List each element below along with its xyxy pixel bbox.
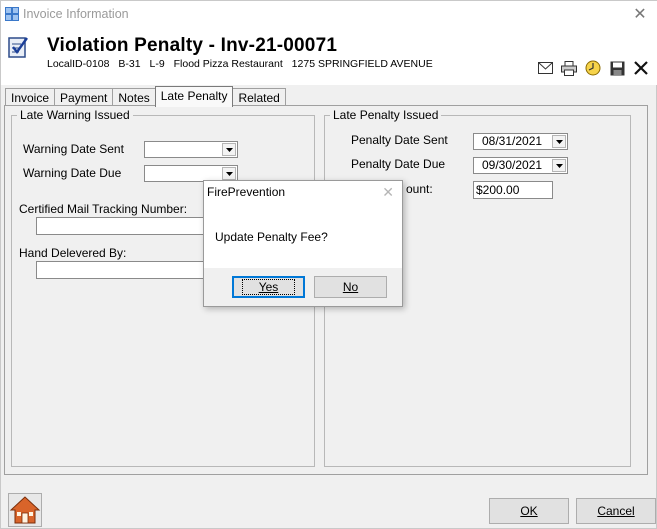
invoice-information-window: Invoice Information ✕ Violation Penalty … [0, 0, 657, 529]
late-warning-legend: Late Warning Issued [17, 108, 133, 122]
toolbar [536, 59, 650, 77]
penalty-date-due-combo[interactable]: 09/30/2021 [473, 157, 568, 174]
warning-date-due-label: Warning Date Due [23, 166, 122, 180]
app-grid-icon [5, 7, 19, 21]
penalty-amount-label: ount: [406, 182, 433, 196]
dialog-body: Update Penalty Fee? [204, 205, 402, 268]
update-penalty-dialog: FirePrevention ✕ Update Penalty Fee? Yes… [203, 180, 403, 307]
document-check-icon [8, 37, 28, 58]
page-title: Violation Penalty - Inv-21-00071 [47, 35, 338, 56]
dialog-title-text: FirePrevention [207, 185, 286, 199]
penalty-date-sent-label: Penalty Date Sent [351, 133, 448, 147]
ok-button[interactable]: OK [489, 498, 569, 524]
ok-button-label: OK [520, 504, 538, 518]
lot-number: L-9 [149, 58, 165, 70]
no-button[interactable]: No [314, 276, 387, 298]
penalty-date-sent-value: 08/31/2021 [482, 134, 543, 148]
title-bar: Invoice Information ✕ [1, 1, 657, 29]
tab-notes[interactable]: Notes [112, 88, 156, 106]
penalty-date-due-value: 09/30/2021 [482, 158, 543, 172]
delete-icon[interactable] [632, 59, 650, 77]
business-address: 1275 SPRINGFIELD AVENUE [291, 58, 433, 70]
home-icon [9, 496, 41, 524]
penalty-date-sent-combo[interactable]: 08/31/2021 [473, 133, 568, 150]
record-summary: LocalID-0108 B-31 L-9 Flood Pizza Restau… [47, 58, 439, 70]
certified-mail-label: Certified Mail Tracking Number: [19, 202, 188, 216]
tab-payment[interactable]: Payment [54, 88, 114, 106]
save-icon[interactable] [608, 59, 626, 77]
print-icon[interactable] [560, 59, 578, 77]
chevron-down-icon[interactable] [552, 135, 566, 148]
chevron-down-icon[interactable] [222, 143, 236, 156]
business-name: Flood Pizza Restaurant [173, 58, 283, 70]
chevron-down-icon[interactable] [552, 159, 566, 172]
home-button[interactable] [8, 493, 42, 527]
hand-delivered-label: Hand Delevered By: [19, 246, 127, 260]
tab-strip: Invoice Payment Notes Late Penalty Relat… [5, 86, 286, 107]
warning-date-sent-label: Warning Date Sent [23, 142, 124, 156]
dialog-close-icon[interactable]: ✕ [382, 184, 394, 201]
yes-button[interactable]: Yes [232, 276, 305, 298]
late-penalty-legend: Late Penalty Issued [330, 108, 442, 122]
penalty-date-due-label: Penalty Date Due [351, 157, 446, 171]
email-icon[interactable] [536, 59, 554, 77]
window-close-icon[interactable]: ✕ [630, 5, 650, 25]
tab-late-penalty[interactable]: Late Penalty [154, 86, 234, 107]
chevron-down-icon[interactable] [222, 167, 236, 180]
no-button-label: No [342, 280, 359, 294]
cancel-button-label: Cancel [597, 504, 635, 518]
dialog-message: Update Penalty Fee? [215, 230, 328, 244]
cancel-button[interactable]: Cancel [576, 498, 656, 524]
tab-invoice[interactable]: Invoice [5, 88, 56, 106]
penalty-amount-input[interactable]: $200.00 [473, 181, 553, 199]
block-number: B-31 [118, 58, 141, 70]
dialog-title: FirePrevention [204, 181, 402, 205]
tab-related[interactable]: Related [232, 88, 286, 106]
warning-date-sent-combo[interactable] [144, 141, 238, 158]
yes-button-focus: Yes [241, 279, 296, 295]
yes-button-label: Yes [258, 280, 279, 294]
window-title: Invoice Information [23, 7, 129, 21]
clock-icon[interactable] [584, 59, 602, 77]
local-id: LocalID-0108 [47, 58, 110, 70]
